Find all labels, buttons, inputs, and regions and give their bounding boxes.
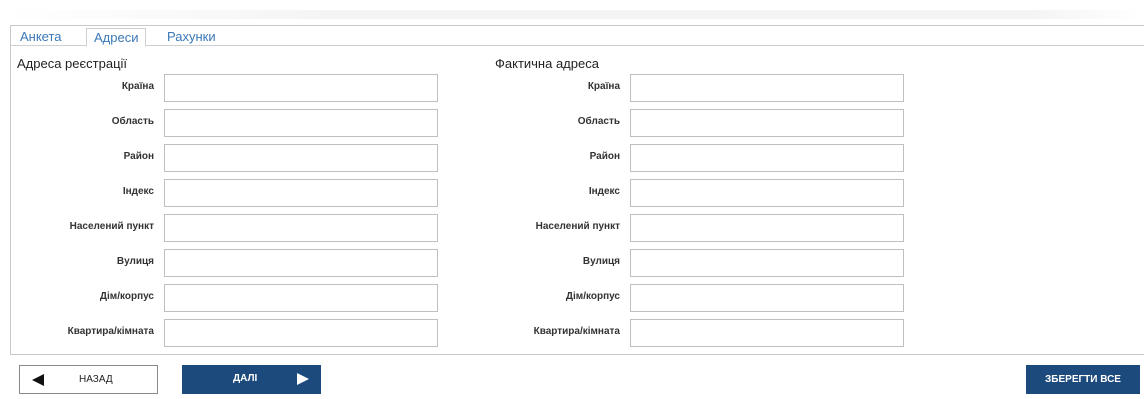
actual-field-input[interactable] <box>630 284 904 312</box>
form-panel: Анкета Адреси Рахунки Адреса реєстрації … <box>10 25 1144 355</box>
actual-address-title: Фактична адреса <box>495 56 599 71</box>
actual-field-label: Індекс <box>588 186 620 197</box>
actual-field-input[interactable] <box>630 249 904 277</box>
actual-field-label: Район <box>589 151 620 162</box>
actual-field-label: Країна <box>587 81 620 92</box>
tab-accounts[interactable]: Рахунки <box>160 28 223 46</box>
back-button[interactable]: НАЗАД <box>19 365 158 394</box>
save-all-button[interactable]: ЗБЕРЕГТИ ВСЕ <box>1026 365 1140 394</box>
actual-field-row: Країна <box>11 74 911 102</box>
tab-anketa[interactable]: Анкета <box>13 28 69 46</box>
next-button-label: ДАЛІ <box>233 373 258 384</box>
actual-field-row: Район <box>11 144 911 172</box>
actual-field-input[interactable] <box>630 109 904 137</box>
actual-field-row: Дім/корпус <box>11 284 911 312</box>
actual-field-label: Квартира/кімната <box>533 326 620 337</box>
back-button-label: НАЗАД <box>79 374 113 385</box>
arrow-right-icon <box>297 373 309 385</box>
actual-field-row: Індекс <box>11 179 911 207</box>
actual-field-input[interactable] <box>630 179 904 207</box>
registration-address-title: Адреса реєстрації <box>17 56 128 71</box>
actual-field-row: Область <box>11 109 911 137</box>
actual-field-label: Населений пункт <box>535 221 620 232</box>
actual-field-label: Область <box>577 116 620 127</box>
save-all-button-label: ЗБЕРЕГТИ ВСЕ <box>1045 374 1121 385</box>
actual-field-row: Населений пункт <box>11 214 911 242</box>
actual-field-input[interactable] <box>630 214 904 242</box>
arrow-left-icon <box>32 374 44 386</box>
actual-field-row: Вулиця <box>11 249 911 277</box>
tab-bar: Анкета Адреси Рахунки <box>11 26 1144 47</box>
actual-field-label: Дім/корпус <box>565 291 620 302</box>
actual-field-label: Вулиця <box>582 256 620 267</box>
actual-field-input[interactable] <box>630 74 904 102</box>
top-strip <box>0 10 1144 19</box>
tab-addresses[interactable]: Адреси <box>86 28 147 47</box>
actual-field-input[interactable] <box>630 319 904 347</box>
actual-field-row: Квартира/кімната <box>11 319 911 347</box>
actual-field-input[interactable] <box>630 144 904 172</box>
next-button[interactable]: ДАЛІ <box>182 365 321 394</box>
